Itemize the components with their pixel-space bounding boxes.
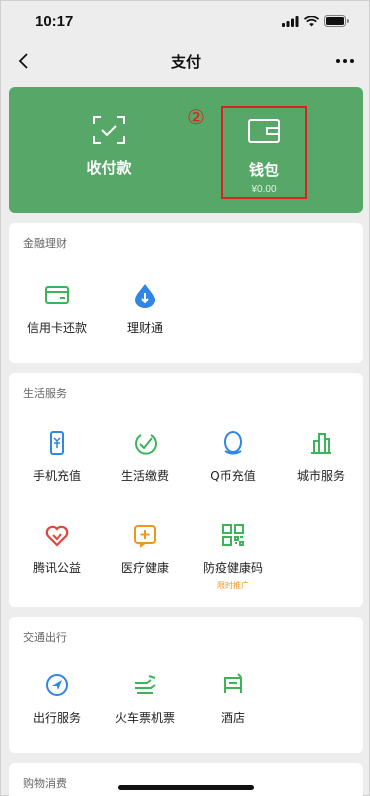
mobile-recharge-icon [50,431,64,455]
tile-label: Q币充值 [210,469,256,483]
qr-code-icon [222,524,244,546]
promo-badge: 限时推广 [217,581,249,590]
shopping-section: 购物消费 [9,763,363,796]
travel-section: 交通出行 出行服务 火车票机票 酒店 [9,617,363,753]
tile-label: 医疗健康 [120,561,169,575]
tile-label: 防疫健康码 [202,561,263,575]
finance-section-title: 金融理财 [23,237,67,250]
tile-label: 出行服务 [32,711,81,725]
pay-wallet-card: 收付款 钱包 ¥0.00 [9,87,363,213]
finance-section: 金融理财 信用卡还款 理财通 [9,223,363,363]
page-title: 支付 [170,52,201,71]
travel-section-title: 交通出行 [23,631,67,644]
medical-health-tile[interactable]: 医疗健康 [103,521,187,576]
qq-penguin-icon [224,431,242,455]
tile-label: 信用卡还款 [26,321,87,335]
charity-heart-icon [45,525,69,547]
status-icons [282,15,349,27]
travel-service-tile[interactable]: 出行服务 [15,671,99,726]
scan-collect-icon [93,116,125,144]
utility-payment-tile[interactable]: 生活缴费 [103,429,187,484]
step-annotation: ② [187,105,205,129]
more-icon[interactable] [333,51,357,71]
tile-label: 生活缴费 [120,469,169,483]
train-plane-icon [135,675,156,694]
hotel-tile[interactable]: 酒店 [191,671,275,726]
mobile-recharge-tile[interactable]: 手机充值 [15,429,99,484]
wifi-icon [304,15,319,26]
tile-label: 腾讯公益 [32,561,81,575]
tencent-charity-tile[interactable]: 腾讯公益 [15,521,99,576]
utility-payment-icon [135,434,157,455]
train-flight-tile[interactable]: 火车票机票 [103,671,187,726]
wallet-highlight-box [221,106,307,199]
hotel-bed-icon [224,673,242,693]
health-code-tile[interactable]: 防疫健康码 限时推广 [191,521,275,591]
wealth-tile[interactable]: 理财通 [103,281,187,336]
city-building-icon [311,433,331,454]
tile-label: 城市服务 [296,469,345,483]
shopping-section-title: 购物消费 [23,777,67,790]
wealth-drop-icon [135,284,155,308]
collect-pay-label: 收付款 [86,159,132,177]
credit-card-repay-tile[interactable]: 信用卡还款 [15,281,99,336]
signal-icon [282,15,299,27]
nav-bar: 支付 [1,41,370,81]
qcoin-recharge-tile[interactable]: Q币充值 [191,429,275,484]
tile-label: 火车票机票 [114,711,175,725]
medical-plus-icon [134,525,156,548]
credit-card-icon [45,286,69,304]
tile-label: 手机充值 [32,469,81,483]
battery-icon [324,15,349,27]
life-section-title: 生活服务 [23,387,67,400]
navigation-arrow-icon [46,674,68,696]
city-services-tile[interactable]: 城市服务 [279,429,363,484]
status-bar: 10:17 [1,1,370,41]
status-time: 10:17 [35,12,74,30]
home-indicator[interactable] [118,785,254,790]
collect-pay-button[interactable]: 收付款 [49,87,169,213]
tile-label: 酒店 [220,711,245,725]
back-icon[interactable] [15,51,35,71]
tile-label: 理财通 [126,321,163,335]
life-services-section: 生活服务 手机充值 生活缴费 Q币充值 城市服务 腾讯公益 医疗健康 防疫健康码… [9,373,363,607]
